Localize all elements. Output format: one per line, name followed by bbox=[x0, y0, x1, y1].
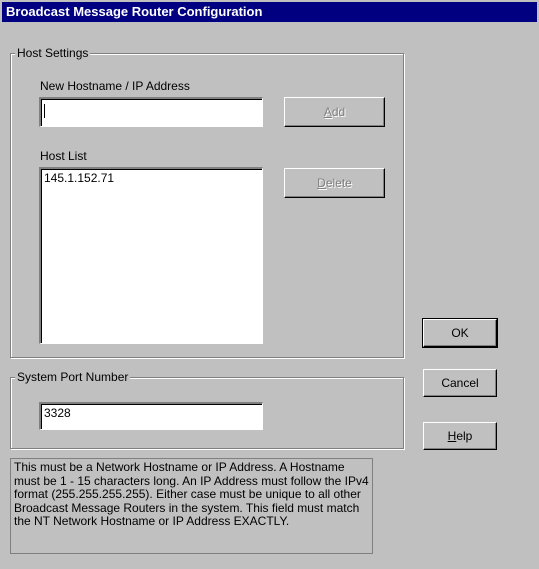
cancel-button[interactable]: Cancel bbox=[423, 369, 497, 397]
port-input-value: 3328 bbox=[44, 406, 71, 420]
port-input[interactable]: 3328 bbox=[39, 402, 263, 430]
host-list-label: Host List bbox=[40, 149, 87, 163]
port-group-label: System Port Number bbox=[15, 370, 131, 384]
delete-button[interactable]: Delete bbox=[284, 168, 385, 198]
text-caret bbox=[44, 103, 45, 118]
ok-button[interactable]: OK bbox=[422, 318, 498, 348]
window-title: Broadcast Message Router Configuration bbox=[6, 4, 263, 19]
host-settings-label: Host Settings bbox=[15, 46, 91, 60]
host-list[interactable]: 145.1.152.71 bbox=[39, 167, 263, 344]
config-dialog: Broadcast Message Router Configuration H… bbox=[0, 0, 539, 569]
list-item[interactable]: 145.1.152.71 bbox=[44, 171, 259, 185]
add-button[interactable]: Add bbox=[284, 97, 385, 127]
title-bar: Broadcast Message Router Configuration bbox=[2, 2, 537, 22]
help-button[interactable]: Help bbox=[423, 422, 497, 450]
hostname-input[interactable] bbox=[39, 97, 263, 127]
help-description: This must be a Network Hostname or IP Ad… bbox=[10, 458, 373, 554]
hostname-label: New Hostname / IP Address bbox=[40, 79, 190, 93]
